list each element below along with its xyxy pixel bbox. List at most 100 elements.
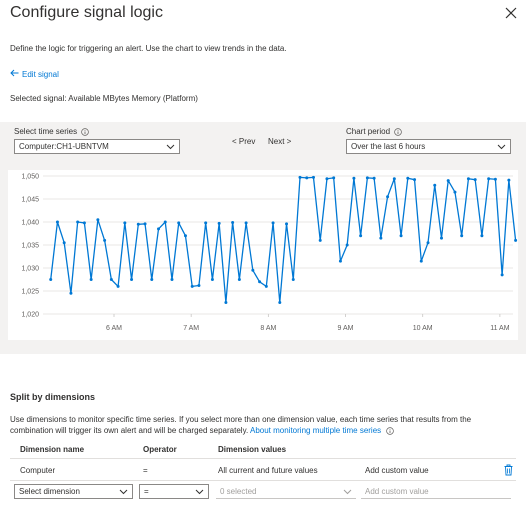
data-point: [311, 175, 315, 179]
data-point: [352, 176, 356, 180]
data-point: [419, 259, 423, 263]
data-point: [103, 238, 107, 242]
x-tick-label: 6 AM: [106, 325, 122, 332]
dimension-values-dropdown[interactable]: 0 selected: [216, 484, 356, 499]
data-point: [507, 178, 511, 182]
data-point: [285, 222, 289, 226]
data-point: [177, 221, 181, 225]
next-button[interactable]: Next >: [268, 137, 291, 146]
data-point: [190, 284, 194, 288]
data-point: [305, 176, 309, 180]
data-point: [379, 236, 383, 240]
data-point: [500, 273, 504, 277]
data-point: [318, 238, 322, 242]
data-point: [143, 222, 147, 226]
info-icon[interactable]: [386, 427, 395, 435]
data-point: [359, 234, 363, 238]
time-series-label: Select time series: [14, 127, 89, 136]
chart-period-value: Over the last 6 hours: [351, 142, 426, 151]
data-point: [82, 221, 86, 225]
data-point: [217, 221, 221, 225]
column-dimension-values: Dimension values: [218, 445, 287, 454]
series-line: [50, 176, 517, 304]
edit-signal-link[interactable]: Edit signal: [10, 69, 59, 79]
monitoring-link[interactable]: About monitoring multiple time series: [250, 426, 381, 435]
data-point: [251, 268, 255, 272]
chevron-down-icon: [166, 142, 175, 151]
chevron-down-icon: [119, 487, 128, 496]
close-icon[interactable]: [504, 6, 518, 20]
edit-signal-label: Edit signal: [22, 69, 59, 79]
data-point: [237, 278, 241, 281]
chevron-down-icon: [497, 142, 506, 151]
data-point: [62, 241, 66, 245]
time-series-label-text: Select time series: [14, 127, 78, 136]
data-point: [345, 243, 349, 247]
data-point: [244, 221, 248, 225]
page-title: Configure signal logic: [10, 4, 163, 21]
data-point: [406, 176, 410, 180]
info-icon[interactable]: [394, 127, 402, 136]
row-operator: =: [143, 466, 148, 475]
data-point: [372, 176, 376, 180]
y-tick-label: 1,050: [21, 174, 39, 181]
chart-period-label-text: Chart period: [346, 127, 391, 136]
dimension-values-placeholder: 0 selected: [220, 486, 257, 496]
chevron-down-icon: [195, 487, 204, 496]
data-point: [264, 284, 268, 288]
y-tick-label: 1,035: [21, 243, 39, 250]
info-icon[interactable]: [81, 127, 89, 136]
y-tick-label: 1,045: [21, 197, 39, 204]
split-description: Use dimensions to monitor specific time …: [10, 414, 516, 436]
custom-value-input[interactable]: Add custom value: [361, 484, 511, 499]
select-dimension-dropdown[interactable]: Select dimension: [14, 484, 133, 499]
data-point: [392, 177, 396, 181]
data-point: [170, 278, 174, 281]
row-dimension-values: All current and future values: [218, 466, 318, 475]
row-dimension-name: Computer: [20, 466, 56, 475]
data-point: [332, 176, 336, 180]
data-point: [413, 178, 417, 182]
y-tick-label: 1,030: [21, 266, 39, 273]
header-divider: [10, 458, 516, 459]
column-operator: Operator: [143, 445, 177, 454]
data-point: [365, 176, 369, 180]
data-point: [136, 222, 140, 226]
data-point: [210, 278, 214, 281]
operator-value: =: [144, 487, 149, 496]
data-point: [473, 178, 477, 182]
select-dimension-placeholder: Select dimension: [19, 487, 80, 496]
data-point: [224, 301, 228, 304]
data-point: [76, 220, 80, 224]
y-tick-label: 1,025: [21, 289, 39, 296]
data-point: [453, 190, 457, 194]
data-point: [386, 195, 390, 199]
data-point: [480, 234, 484, 238]
page-description: Define the logic for triggering an alert…: [10, 44, 287, 53]
data-point: [197, 283, 201, 287]
column-dimension-name: Dimension name: [20, 445, 85, 454]
data-point: [96, 218, 100, 222]
data-point: [150, 278, 154, 281]
time-series-dropdown[interactable]: Computer:CH1-UBNTVM: [14, 139, 180, 154]
data-point: [204, 221, 208, 225]
data-point: [399, 234, 403, 238]
trash-icon[interactable]: [503, 464, 514, 476]
row-add-custom-value[interactable]: Add custom value: [365, 466, 429, 475]
operator-dropdown[interactable]: =: [139, 484, 209, 499]
data-point: [55, 220, 59, 224]
data-point: [433, 183, 437, 187]
prev-button[interactable]: < Prev: [232, 137, 255, 146]
chart-period-label: Chart period: [346, 127, 402, 136]
x-tick-label: 7 AM: [183, 325, 199, 332]
data-point: [514, 238, 518, 242]
data-point: [466, 177, 470, 181]
data-point: [130, 278, 134, 281]
data-point: [109, 278, 113, 281]
data-point: [157, 227, 161, 231]
chart-period-dropdown[interactable]: Over the last 6 hours: [346, 139, 511, 154]
x-tick-label: 9 AM: [338, 325, 354, 332]
data-point: [163, 220, 167, 224]
x-tick-label: 10 AM: [413, 325, 433, 332]
data-point: [325, 177, 329, 181]
